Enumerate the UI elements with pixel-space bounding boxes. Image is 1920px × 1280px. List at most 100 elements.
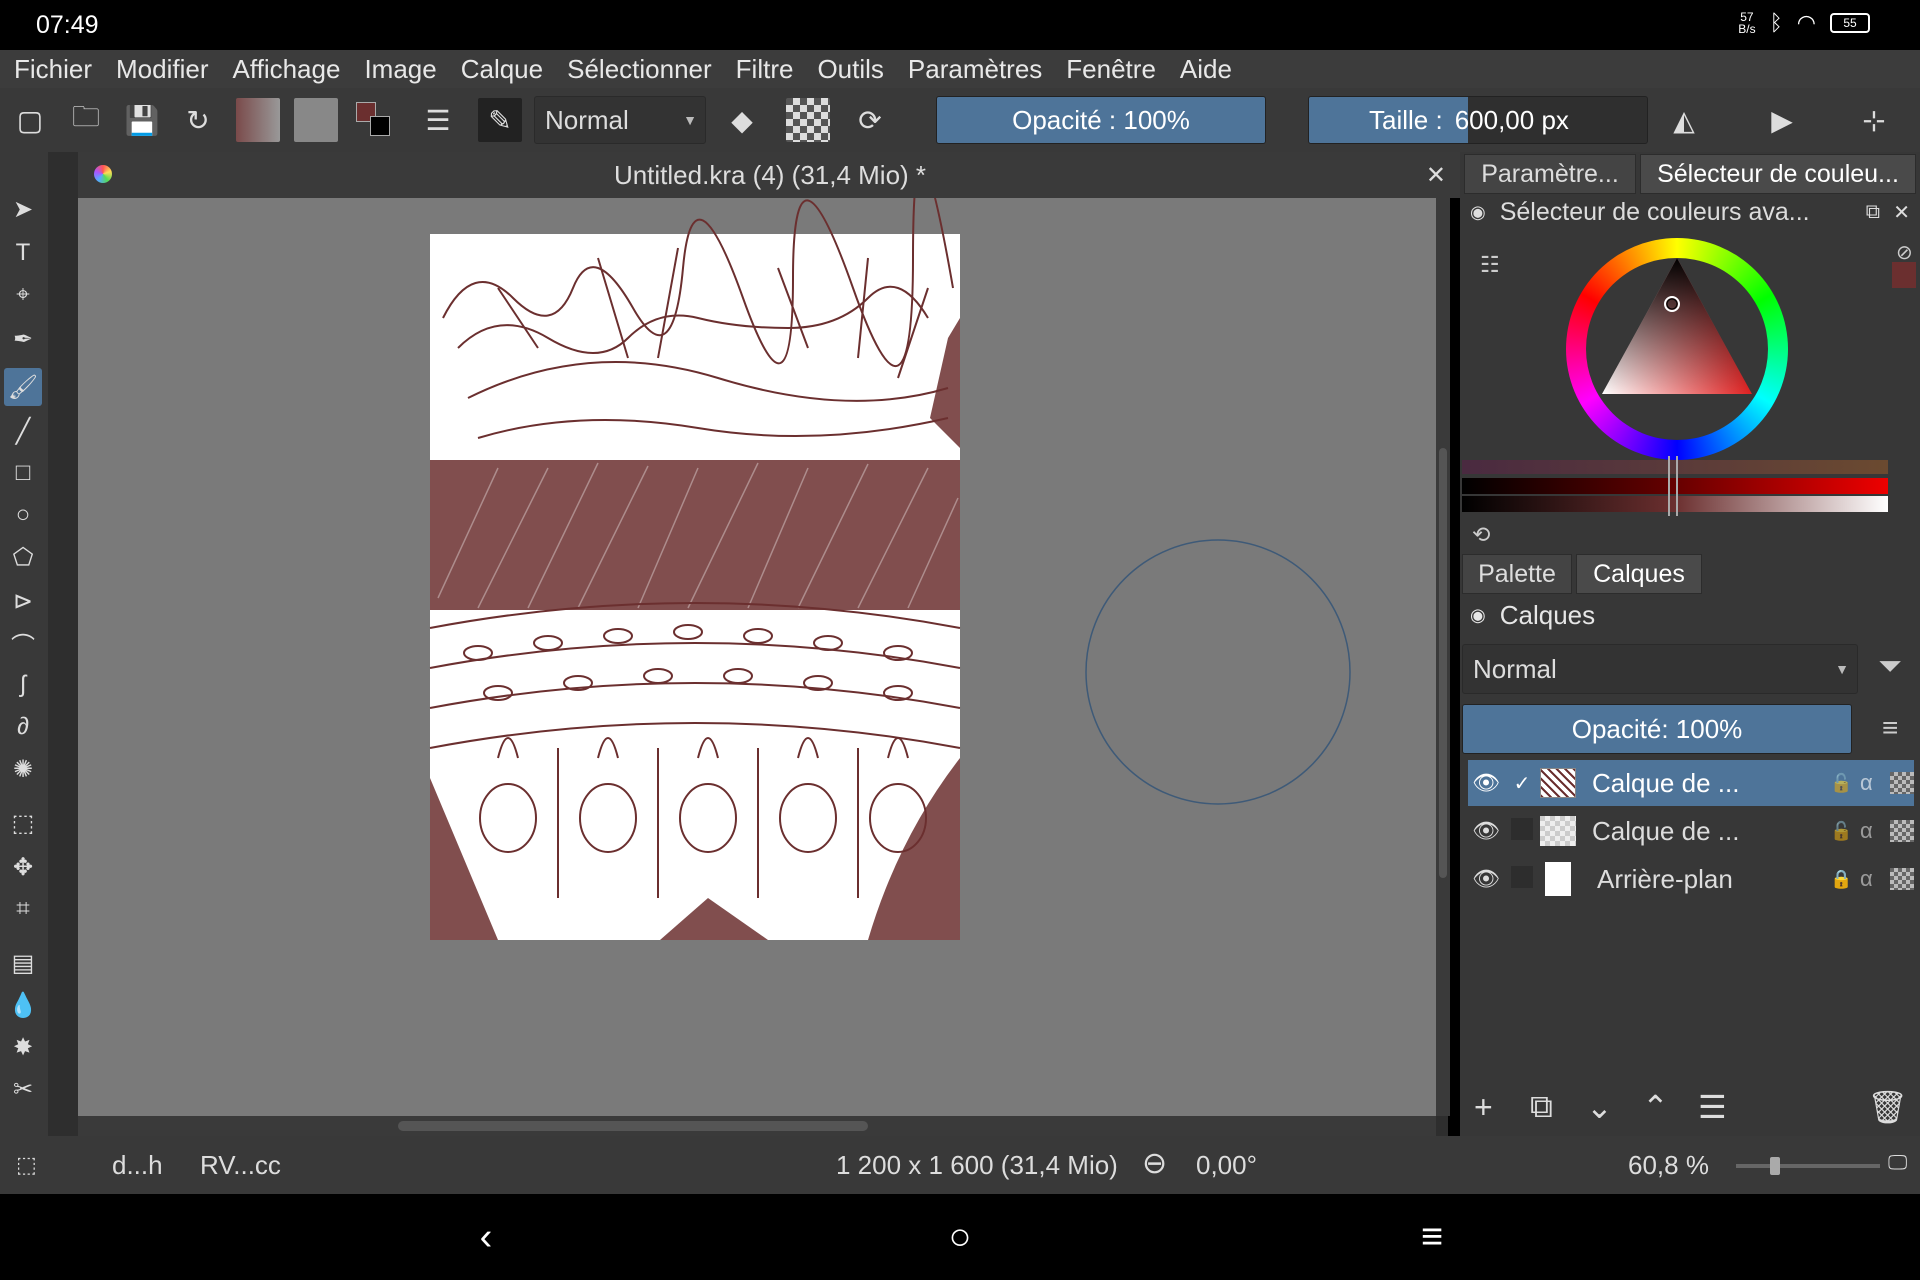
- tab-selecteur-couleurs[interactable]: Sélecteur de couleu...: [1640, 154, 1916, 194]
- horizontal-scrollbar[interactable]: [78, 1116, 1436, 1136]
- tab-calques[interactable]: Calques: [1576, 554, 1702, 594]
- zoom-slider[interactable]: [1736, 1157, 1880, 1175]
- horizontal-scroll-thumb[interactable]: [398, 1121, 868, 1131]
- inherit-alpha-icon[interactable]: [1890, 820, 1914, 842]
- crop-icon[interactable]: ⊹: [1852, 98, 1896, 142]
- lock-layers-docker-icon[interactable]: ◉: [1470, 605, 1486, 626]
- preserve-alpha-icon[interactable]: [786, 98, 830, 142]
- freehand-brush-tool-icon[interactable]: 🖌: [4, 368, 42, 406]
- close-document-icon[interactable]: ✕: [1426, 161, 1446, 190]
- polygon-tool-icon[interactable]: ⬠: [4, 538, 42, 576]
- layer-check-icon[interactable]: [1504, 816, 1540, 847]
- menu-filtre[interactable]: Filtre: [736, 54, 794, 85]
- rectangle-tool-icon[interactable]: □: [4, 454, 42, 492]
- menu-image[interactable]: Image: [364, 54, 436, 85]
- move-tool-icon[interactable]: ✥: [4, 848, 42, 886]
- alpha-lock-icon[interactable]: α: [1860, 818, 1890, 844]
- layer-properties-icon[interactable]: ☰: [1698, 1088, 1754, 1126]
- menu-calque[interactable]: Calque: [461, 54, 543, 85]
- save-icon[interactable]: 💾: [120, 98, 164, 142]
- layer-options-menu-icon[interactable]: ≡: [1882, 712, 1898, 744]
- gradient-selector-icon[interactable]: [236, 98, 280, 142]
- mirror-vertical-icon[interactable]: ▶: [1760, 98, 1804, 142]
- open-document-icon[interactable]: 🗀: [64, 98, 108, 142]
- smart-patch-tool-icon[interactable]: ✸: [4, 1028, 42, 1066]
- menu-selectionner[interactable]: Sélectionner: [567, 54, 712, 85]
- redo-icon[interactable]: ↻: [176, 98, 220, 142]
- close-docker-icon[interactable]: ✕: [1893, 200, 1910, 225]
- float-docker-icon[interactable]: ⧉: [1866, 201, 1880, 224]
- foreground-background-color-icon[interactable]: [352, 98, 396, 142]
- unlocked-icon[interactable]: 🔓: [1830, 821, 1860, 842]
- transform-tool-icon[interactable]: ⬚: [4, 804, 42, 842]
- text-tool-icon[interactable]: T: [4, 234, 42, 272]
- canvas-only-icon[interactable]: 🖵: [1888, 1152, 1907, 1175]
- size-slider[interactable]: Taille : 600,00 px: [1308, 96, 1648, 144]
- locked-icon[interactable]: 🔒: [1830, 869, 1860, 890]
- menu-modifier[interactable]: Modifier: [116, 54, 208, 85]
- canvas-view[interactable]: [78, 198, 1436, 1116]
- brush-preset-icon[interactable]: ✎: [478, 98, 522, 142]
- menu-fenetre[interactable]: Fenêtre: [1066, 54, 1156, 85]
- dynamic-brush-tool-icon[interactable]: ∂: [4, 708, 42, 746]
- inherit-alpha-icon[interactable]: [1890, 772, 1914, 794]
- reload-preset-icon[interactable]: ⟳: [848, 98, 892, 142]
- visibility-eye-icon[interactable]: 👁: [1468, 818, 1504, 844]
- blend-mode-select[interactable]: Normal ▼: [534, 96, 706, 144]
- ellipse-tool-icon[interactable]: ○: [4, 496, 42, 534]
- bezier-tool-icon[interactable]: ⌒: [4, 624, 42, 662]
- delete-layer-icon[interactable]: 🗑: [1867, 1088, 1908, 1126]
- move-layer-up-icon[interactable]: ⌃: [1642, 1088, 1698, 1126]
- move-layer-down-icon[interactable]: ⌄: [1586, 1088, 1642, 1126]
- layer-check-icon[interactable]: ✓: [1504, 771, 1540, 796]
- freehand-path-tool-icon[interactable]: ʃ: [4, 666, 42, 704]
- add-layer-icon[interactable]: +: [1474, 1089, 1530, 1126]
- eraser-mode-icon[interactable]: ◆: [720, 98, 764, 142]
- inherit-alpha-icon[interactable]: [1890, 868, 1914, 890]
- brush-settings-icon[interactable]: ☰: [416, 98, 460, 142]
- back-icon[interactable]: ‹: [456, 1212, 516, 1262]
- layer-blend-mode-select[interactable]: Normal ▼: [1462, 644, 1858, 694]
- home-icon[interactable]: ○: [930, 1212, 990, 1262]
- tab-parametres[interactable]: Paramètre...: [1464, 154, 1636, 194]
- assistant-tool-icon[interactable]: ✂: [4, 1070, 42, 1108]
- pattern-selector-icon[interactable]: [294, 98, 338, 142]
- visibility-eye-icon[interactable]: 👁: [1468, 866, 1504, 892]
- crop-tool-icon[interactable]: ⌗: [4, 890, 42, 928]
- selection-icon[interactable]: ⬚: [16, 1152, 37, 1178]
- edit-shapes-tool-icon[interactable]: ⌖: [4, 276, 42, 314]
- menu-aide[interactable]: Aide: [1180, 54, 1232, 85]
- vertical-scrollbar[interactable]: [1436, 198, 1450, 1116]
- saturation-value-triangle[interactable]: [1566, 238, 1788, 460]
- tab-palette[interactable]: Palette: [1462, 554, 1572, 594]
- duplicate-layer-icon[interactable]: ⧉: [1530, 1088, 1586, 1126]
- rotation-icon[interactable]: ⊖: [1142, 1146, 1167, 1181]
- calligraphy-tool-icon[interactable]: ✒: [4, 320, 42, 358]
- layer-row[interactable]: 👁 ✓ Calque de ... 🔓 α: [1468, 760, 1914, 806]
- settings-list-icon[interactable]: ☷: [1480, 252, 1500, 278]
- visibility-eye-icon[interactable]: 👁: [1468, 770, 1504, 796]
- multibrush-tool-icon[interactable]: ✺: [4, 750, 42, 788]
- alpha-lock-icon[interactable]: α: [1860, 866, 1890, 892]
- unlocked-icon[interactable]: 🔓: [1830, 773, 1860, 794]
- filter-layers-icon[interactable]: ⏷: [1878, 650, 1902, 684]
- lock-docker-icon[interactable]: ◉: [1470, 202, 1486, 223]
- layer-check-icon[interactable]: [1504, 864, 1540, 895]
- layer-opacity-slider[interactable]: Opacité: 100%: [1462, 704, 1852, 754]
- document-tab[interactable]: Untitled.kra (4) (31,4 Mio) * ✕: [78, 152, 1462, 198]
- alpha-lock-icon[interactable]: α: [1860, 770, 1890, 796]
- layer-row[interactable]: 👁 Arrière-plan 🔒 α: [1468, 856, 1914, 902]
- sketch-canvas[interactable]: [78, 198, 1436, 1116]
- polyline-tool-icon[interactable]: ⊳: [4, 582, 42, 620]
- refresh-color-icon[interactable]: ⟲: [1472, 522, 1490, 548]
- zoom-slider-handle[interactable]: [1770, 1157, 1780, 1175]
- menu-outils[interactable]: Outils: [817, 54, 883, 85]
- new-document-icon[interactable]: ▢: [8, 98, 52, 142]
- menu-affichage[interactable]: Affichage: [233, 54, 341, 85]
- mirror-horizontal-icon[interactable]: ◭: [1662, 98, 1706, 142]
- gradient-tool-icon[interactable]: ▤: [4, 944, 42, 982]
- line-tool-icon[interactable]: ╱: [4, 412, 42, 450]
- color-picker-tool-icon[interactable]: 💧: [4, 986, 42, 1024]
- opacity-slider[interactable]: Opacité : 100%: [936, 96, 1266, 144]
- menu-fichier[interactable]: Fichier: [14, 54, 92, 85]
